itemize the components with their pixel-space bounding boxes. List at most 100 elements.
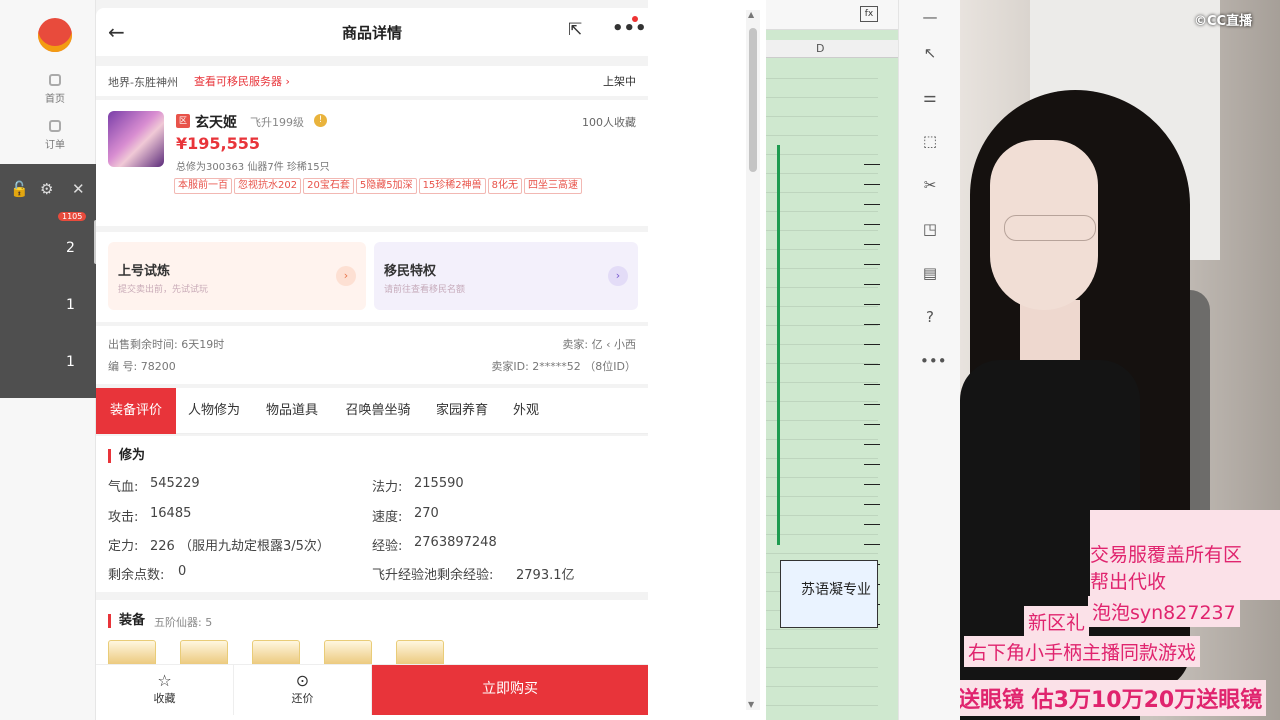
stats-section: 修为 气血: 545229 法力: 215590 攻击: 16485 速度: 270 定… [96,436,648,592]
app-logo[interactable] [38,18,72,52]
grid-line [766,382,878,383]
promo-overlay: 交易服覆盖所有区 帮出代收 [1090,510,1280,600]
close-icon[interactable]: ✕ [72,180,85,198]
trial-login-card[interactable]: 上号试炼 提交卖出前，先试试玩 › [108,242,366,310]
sale-info: 出售剩余时间: 6天19时 卖家: 亿 ‹ 小西 编 号: 78200 卖家ID… [96,326,648,384]
share-icon[interactable]: ⇱ [568,20,582,40]
migration-card[interactable]: 移民特权 请前往查看移民名额 › [374,242,638,310]
cell-border [864,444,880,445]
listing-id: 编 号: 78200 [108,360,176,373]
cell-border [864,344,880,345]
price-tag-icon: ⊙ [295,671,310,690]
feature-chip: 8化无 [487,178,523,194]
equipment-section: 装备 五阶仙器: 5 [96,600,648,670]
equipment-count: 五阶仙器: 5 [154,616,213,629]
orders-icon [49,120,61,132]
cell-border [864,504,880,505]
seller-name: 卖家: 亿 ‹ 小西 [562,338,636,351]
stat-label: 剩余点数: [108,568,165,583]
grid-line [766,534,878,535]
promo-desc: 请前往查看移民名额 [384,285,466,295]
tools-icon[interactable]: ✂ [920,176,940,196]
cell-border [864,184,880,185]
cell-border [864,164,880,165]
seller-id: 卖家ID: 2*****52 （8位ID） [491,360,636,373]
grid-line [766,135,878,136]
cell-border [864,424,880,425]
feature-chip: 20宝石套 [303,178,354,194]
grid-line [766,439,878,440]
stat-value: 215590 [414,476,464,491]
grid-line [766,287,878,288]
chevron-right-icon[interactable]: › [336,266,356,286]
stat-value: 2763897248 [414,535,497,550]
crop-icon[interactable]: ⬚ [920,132,940,152]
grid-line [766,515,878,516]
feature-chip: 忽视抗水202 [234,178,302,194]
floating-panel: 🔓 ⚙ ✕ 1105 2 1 1 [0,164,103,398]
chevron-right-icon[interactable]: › [608,266,628,286]
scroll-down-icon[interactable]: ▼ [748,700,754,709]
tab-home[interactable]: 家园养育 [430,388,494,434]
panel-number: 2 [66,240,75,256]
cursor-icon[interactable]: ↖ [920,44,940,64]
cell-border [864,384,880,385]
feature-chip: 5隐藏5加深 [355,178,417,194]
feature-chips: 本服前一百 忽视抗水202 20宝石套 5隐藏5加深 15珍稀2神兽 8化无 四坐三高速 [174,177,614,198]
bargain-button[interactable]: ⊙ 还价 [234,665,372,715]
stat-value: 2793.1亿 [516,568,575,583]
book-icon[interactable]: ▤ [920,264,940,284]
cell-border [864,544,880,545]
character-avatar [108,111,164,167]
cell-text: 苏语凝专业 [801,582,871,598]
grid-line [766,401,878,402]
more-icon[interactable]: ••• [612,18,647,39]
tab-equipment-rating[interactable]: 装备评价 [96,388,176,434]
section-title: 装备 [108,614,145,628]
stat-value: 226 （服用九劫定根露3/5次） [150,539,330,554]
favorite-button[interactable]: ☆ 收藏 [96,665,234,715]
cell-border [864,204,880,205]
tab-cultivation[interactable]: 人物修为 [182,388,246,434]
tab-items[interactable]: 物品道具 [260,388,324,434]
cell-border [864,484,880,485]
scroll-thumb[interactable] [749,28,757,172]
info-icon[interactable]: ! [314,114,327,127]
character-summary: 总修为300363 仙器7件 珍稀15只 [176,162,330,173]
sidebar-item-orders[interactable]: 订单 [30,120,80,151]
spreadsheet-cell[interactable]: 苏语凝专业 [780,560,878,628]
sidebar-item-home[interactable]: 首页 [30,74,80,105]
help-icon[interactable]: ? [920,308,940,328]
unlock-icon[interactable]: 🔓 [10,180,29,198]
scroll-up-icon[interactable]: ▲ [748,10,754,19]
bottom-action-bar: ☆ 收藏 ⊙ 还价 立即购买 [96,664,648,720]
buy-now-button[interactable]: 立即购买 [372,665,648,715]
detail-tabs: 装备评价 人物修为 物品道具 召唤兽坐骑 家园养育 外观 [96,388,648,434]
overlay-text: 泡泡syn827237 [1088,596,1240,627]
sliders-icon[interactable]: ⚌ [920,88,940,108]
stat-label: 速度: [372,510,403,525]
count-badge: 1105 [58,212,87,221]
tab-pets-mounts[interactable]: 召唤兽坐骑 [338,388,418,434]
grid-line [766,116,878,117]
grid-line [766,268,878,269]
overlay-text: 右下角小手柄主播同款游戏 [964,636,1201,667]
price: ¥195,555 [176,134,261,153]
grid-line [766,154,878,155]
stat-value: 270 [414,506,439,521]
cell-border [864,224,880,225]
stat-value: 545229 [150,476,200,491]
more-icon[interactable]: ••• [920,352,947,372]
grid-line [766,306,878,307]
tab-appearance[interactable]: 外观 [506,388,546,434]
stat-label: 攻击: [108,510,139,525]
page-scrollbar[interactable]: ▲ ▼ [746,10,760,710]
column-header[interactable]: D [766,40,898,58]
fx-icon[interactable]: fx [860,6,878,22]
minimize-icon[interactable]: — [920,8,940,28]
cell-border [864,244,880,245]
cell-border [864,324,880,325]
view-servers-link[interactable]: 查看可移民服务器 › [194,73,290,89]
settings-icon[interactable]: ⚙ [40,180,53,198]
chart-icon[interactable]: ◳ [920,220,940,240]
